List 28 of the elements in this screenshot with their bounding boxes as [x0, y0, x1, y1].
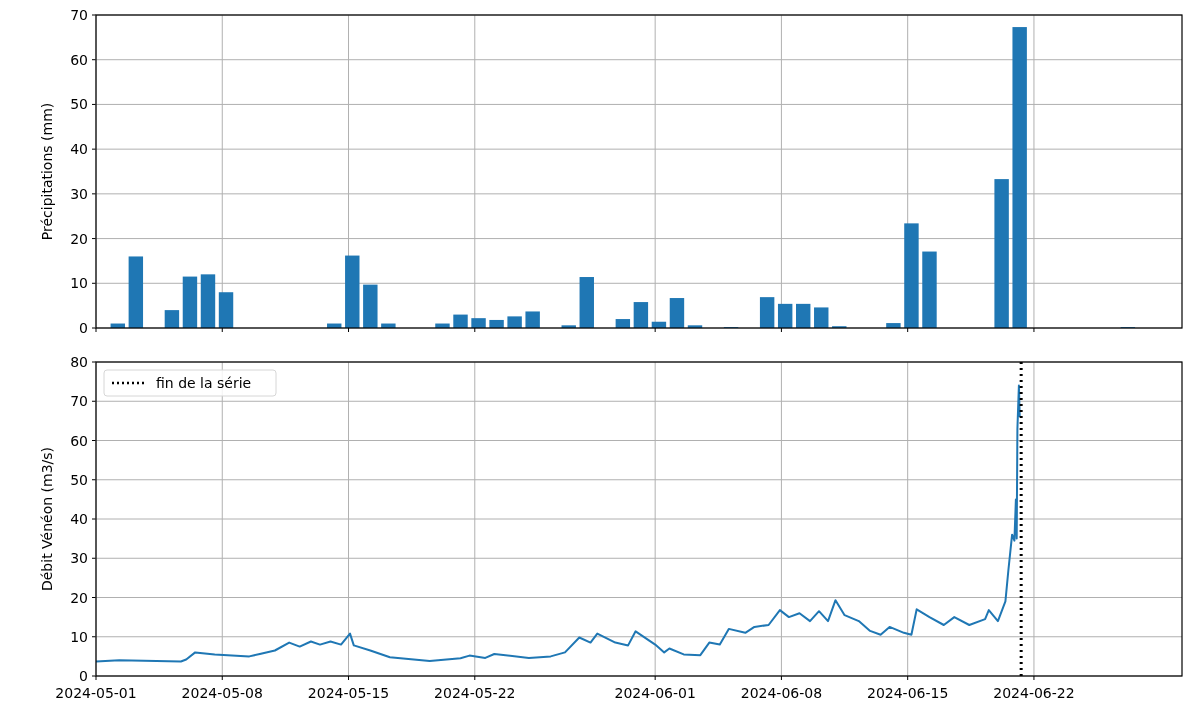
y-tick-label: 0 [79, 320, 88, 336]
y-tick-label: 40 [70, 141, 88, 158]
legend-label: fin de la série [156, 375, 252, 391]
y-tick-label: 0 [79, 668, 88, 684]
y-tick-label: 60 [70, 432, 88, 449]
x-tick-label: 2024-05-22 [434, 685, 516, 701]
y-tick-label: 50 [70, 471, 88, 488]
y-tick-label: 30 [70, 550, 88, 567]
y-tick-label: 10 [70, 628, 88, 645]
y-tick-label: 20 [70, 589, 88, 606]
x-tick-label: 2024-06-01 [614, 685, 696, 701]
axis-label: Précipitations (mm) [39, 102, 55, 241]
x-tick-label: 2024-05-08 [181, 685, 263, 701]
y-tick-label: 70 [70, 393, 88, 410]
y-tick-label: 10 [70, 275, 88, 292]
x-tick-label: 2024-06-22 [993, 685, 1075, 701]
y-tick-label: 60 [70, 51, 88, 68]
x-tick-label: 2024-06-08 [740, 685, 823, 701]
y-tick-label: 40 [70, 511, 88, 527]
x-tick-label: 2024-05-15 [307, 685, 390, 701]
y-tick-label: 20 [70, 230, 88, 247]
x-tick-label: 2024-06-15 [867, 685, 949, 701]
y-tick-label: 70 [70, 7, 88, 23]
y-tick-label: 30 [70, 185, 88, 202]
y-tick-label: 80 [70, 354, 88, 370]
x-tick-label: 2024-05-01 [55, 685, 137, 701]
y-tick-label: 50 [70, 96, 88, 113]
axis-label: Débit Vénéon (m3/s) [39, 446, 55, 592]
